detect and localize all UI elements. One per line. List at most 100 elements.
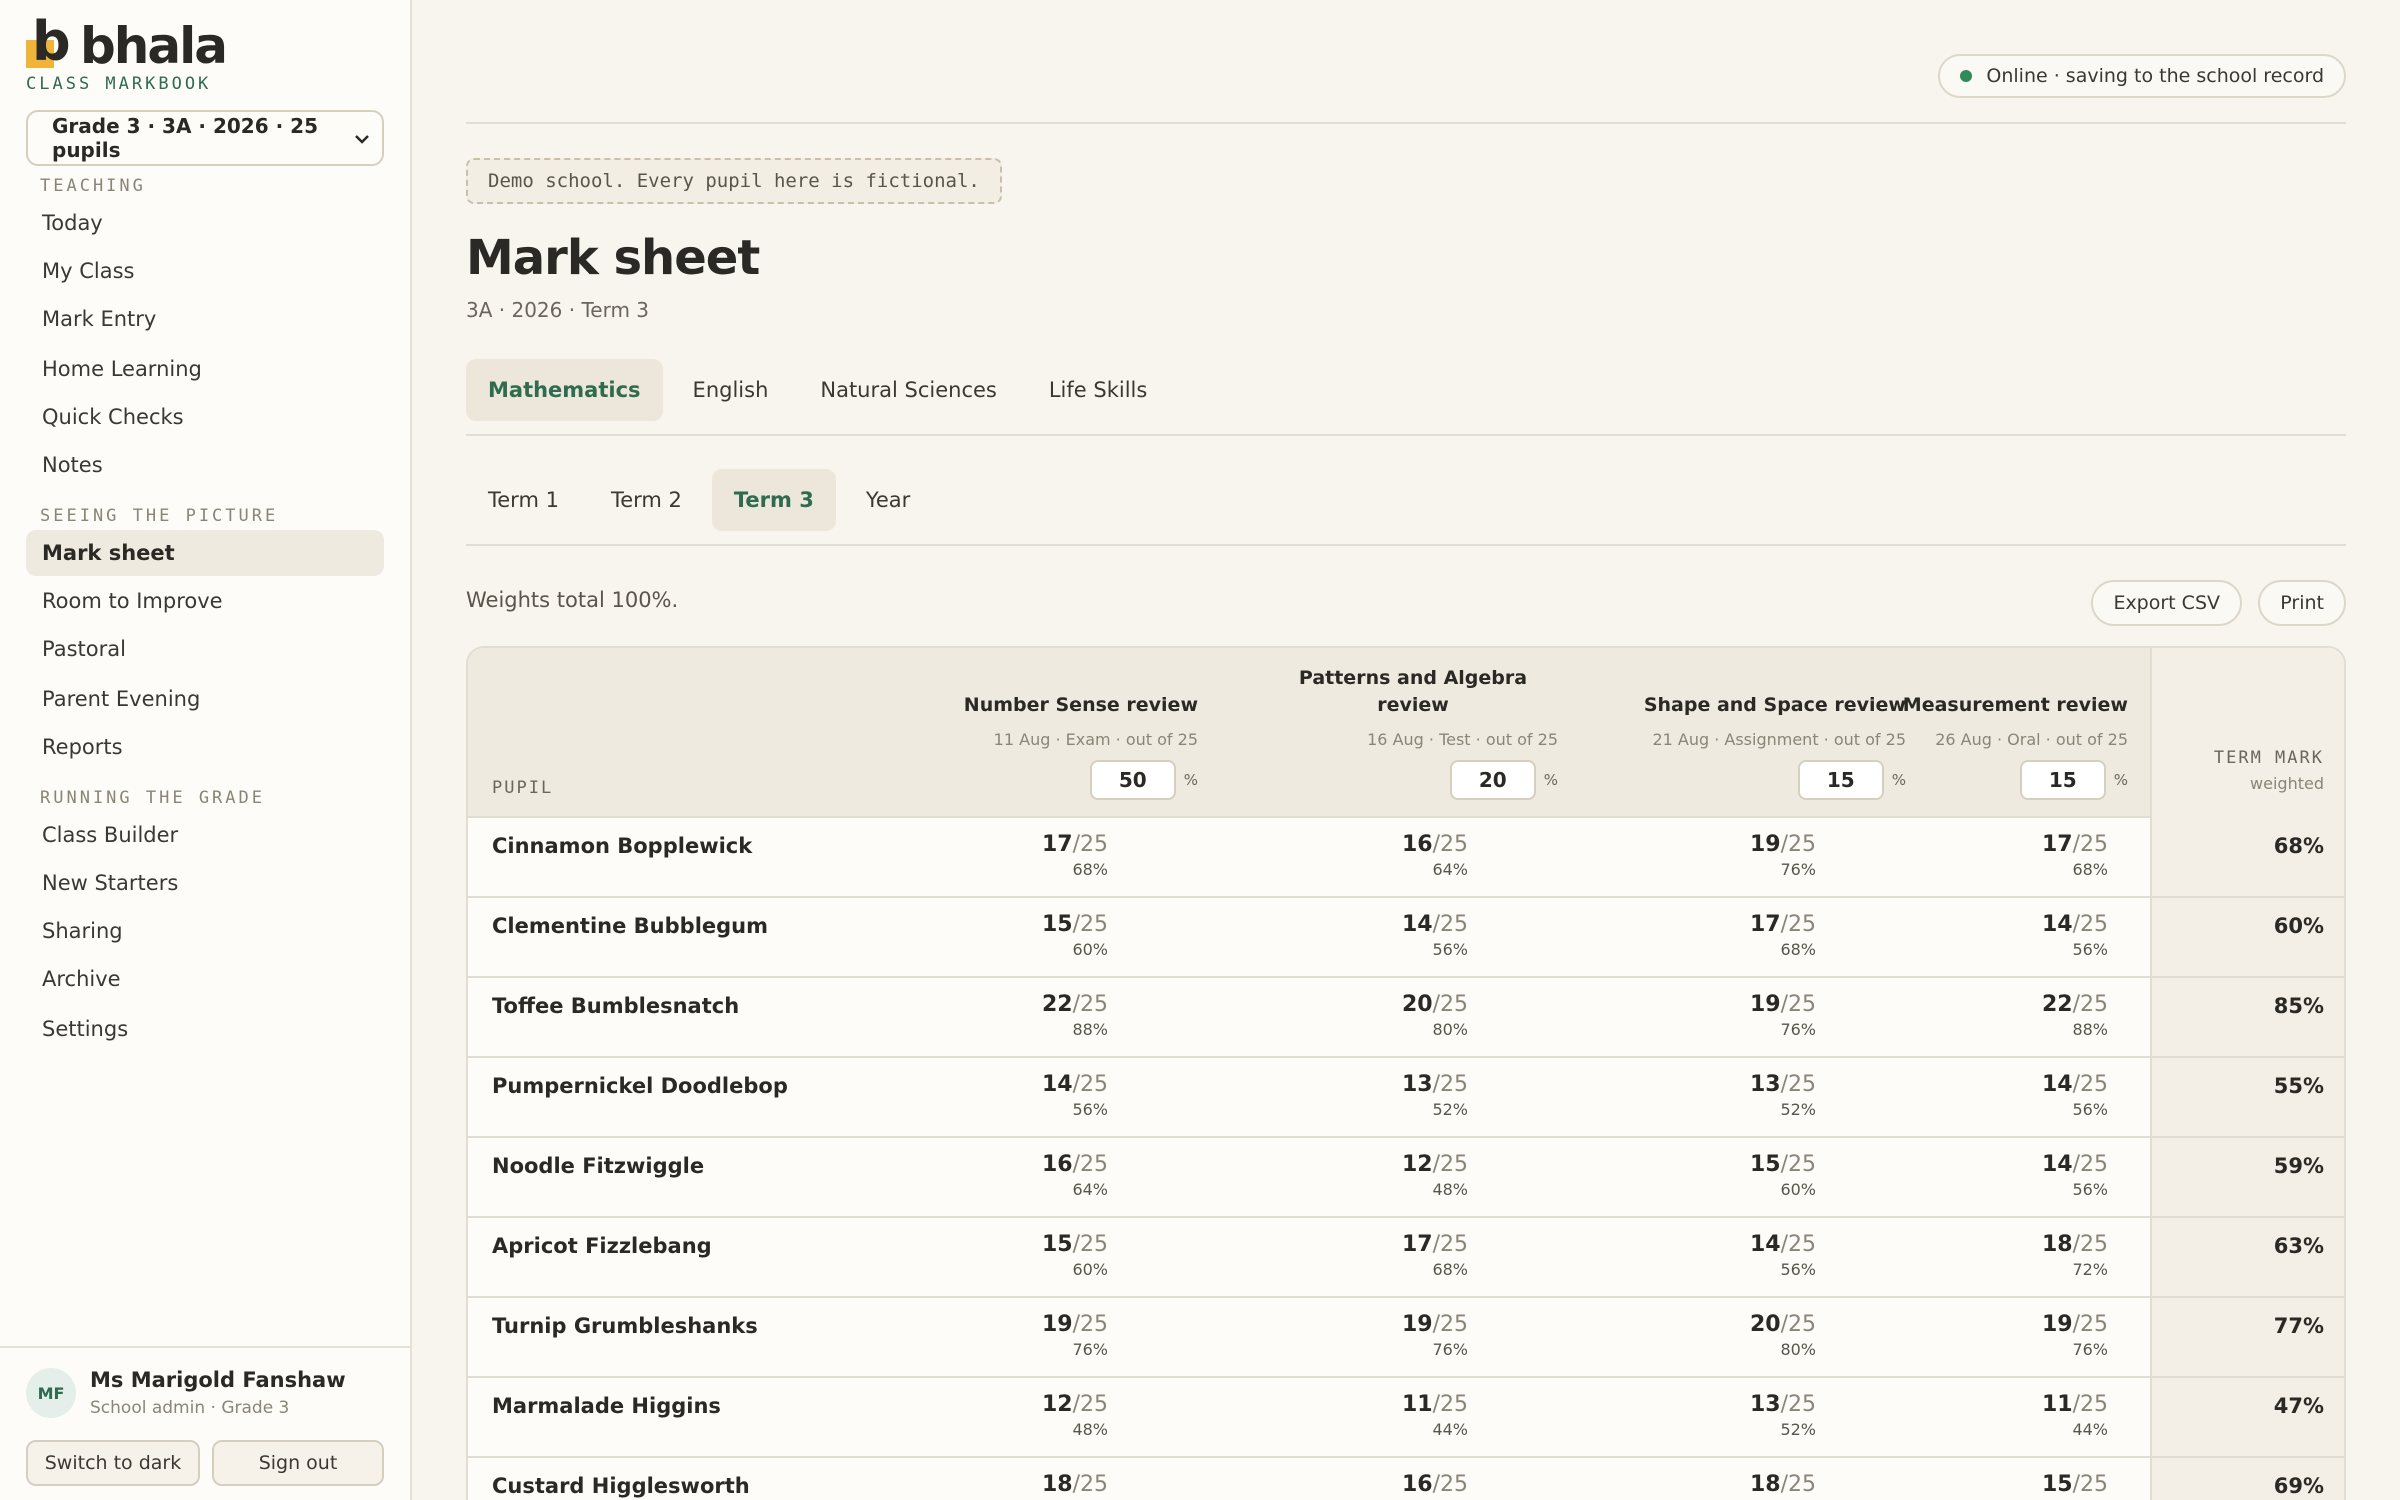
chevron-down-icon [354, 128, 370, 149]
tab-term-1[interactable]: Term 1 [466, 469, 581, 531]
pupil-name[interactable]: Pumpernickel Doodlebop [492, 1074, 788, 1098]
nav-item-mark-entry[interactable]: Mark Entry [26, 296, 384, 342]
tab-mathematics[interactable]: Mathematics [466, 359, 663, 421]
nav-item-reports[interactable]: Reports [26, 724, 384, 770]
tab-english[interactable]: English [671, 359, 791, 421]
tab-life-skills[interactable]: Life Skills [1027, 359, 1169, 421]
sign-out-button[interactable]: Sign out [212, 1440, 384, 1486]
nav-item-today[interactable]: Today [26, 200, 384, 246]
mark-score: 20 [1401, 992, 1433, 1017]
brand[interactable]: b bhala CLASS MARKBOOK [26, 12, 228, 94]
mark-cell[interactable]: 18/25 [1750, 1472, 1816, 1500]
mark-cell[interactable]: 20/25 80% [1402, 992, 1468, 1039]
table-row[interactable]: Clementine Bubblegum 15/25 60% 14/25 56% 17/2… [468, 898, 2344, 978]
mark-cell[interactable]: 15/25 60% [1750, 1152, 1816, 1199]
weight-input[interactable]: 50 [1089, 760, 1176, 800]
pupil-name[interactable]: Cinnamon Bopplewick [492, 834, 752, 858]
pupil-name[interactable]: Marmalade Higgins [492, 1394, 721, 1418]
mark-percent: 56% [2072, 940, 2108, 959]
switch-theme-button[interactable]: Switch to dark [26, 1440, 200, 1486]
nav-item-room-to-improve[interactable]: Room to Improve [26, 578, 384, 624]
mark-cell[interactable]: 14/25 56% [2042, 1072, 2108, 1119]
nav-item-parent-evening[interactable]: Parent Evening [26, 676, 384, 722]
mark-cell[interactable]: 14/25 56% [2042, 912, 2108, 959]
nav-item-new-starters[interactable]: New Starters [26, 860, 384, 906]
tab-term-2[interactable]: Term 2 [589, 469, 704, 531]
table-row[interactable]: Cinnamon Bopplewick 17/25 68% 16/25 64% 19/25… [468, 818, 2344, 898]
pupil-name[interactable]: Toffee Bumblesnatch [492, 994, 739, 1018]
tab-year[interactable]: Year [844, 469, 932, 531]
tab-natural-sciences[interactable]: Natural Sciences [798, 359, 1018, 421]
mark-cell[interactable]: 17/25 68% [1042, 832, 1108, 879]
mark-out-of: /25 [2072, 1392, 2108, 1417]
mark-cell[interactable]: 19/25 76% [1750, 832, 1816, 879]
tab-term-3[interactable]: Term 3 [711, 469, 836, 531]
mark-out-of: /25 [1780, 1392, 1816, 1417]
table-row[interactable]: Apricot Fizzlebang 15/25 60% 17/25 68% 14/25 5… [468, 1218, 2344, 1298]
mark-cell[interactable]: 11/25 44% [2042, 1392, 2108, 1439]
mark-cell[interactable]: 16/25 64% [1402, 832, 1468, 879]
mark-cell[interactable]: 13/25 52% [1402, 1072, 1468, 1119]
mark-cell[interactable]: 16/25 [1402, 1472, 1468, 1500]
nav-item-mark-sheet[interactable]: Mark sheet [26, 530, 384, 576]
assessment-title-line-1: Patterns and Algebra [1298, 667, 1528, 689]
table-row[interactable]: Noodle Fitzwiggle 16/25 64% 12/25 48% 15/25 60… [468, 1138, 2344, 1218]
pupil-name[interactable]: Custard Higglesworth [492, 1474, 750, 1498]
mark-cell[interactable]: 19/25 76% [1402, 1312, 1468, 1359]
mark-cell[interactable]: 17/25 68% [1750, 912, 1816, 959]
mark-cell[interactable]: 17/25 68% [1402, 1232, 1468, 1279]
mark-cell[interactable]: 15/25 60% [1042, 912, 1108, 959]
table-row[interactable]: Pumpernickel Doodlebop 14/25 56% 13/25 52% 13… [468, 1058, 2344, 1138]
mark-cell[interactable]: 20/25 80% [1750, 1312, 1816, 1359]
nav-item-settings[interactable]: Settings [26, 1006, 384, 1052]
pupil-name[interactable]: Noodle Fitzwiggle [492, 1154, 704, 1178]
export-csv-button[interactable]: Export CSV [2091, 580, 2242, 626]
mark-cell[interactable]: 15/25 60% [1042, 1232, 1108, 1279]
mark-percent: 88% [1072, 1020, 1108, 1039]
mark-cell[interactable]: 22/25 88% [2042, 992, 2108, 1039]
weight-input[interactable]: 15 [2019, 760, 2106, 800]
nav-item-archive[interactable]: Archive [26, 956, 384, 1002]
mark-cell[interactable]: 14/25 56% [2042, 1152, 2108, 1199]
mark-score: 14 [1401, 912, 1433, 937]
print-button[interactable]: Print [2258, 580, 2346, 626]
mark-cell[interactable]: 15/25 [2042, 1472, 2108, 1500]
mark-cell[interactable]: 17/25 68% [2042, 832, 2108, 879]
status-text: Online · saving to the school record [1986, 65, 2324, 87]
mark-cell[interactable]: 18/25 [1042, 1472, 1108, 1500]
mark-cell[interactable]: 19/25 76% [2042, 1312, 2108, 1359]
weight-input[interactable]: 20 [1449, 760, 1536, 800]
mark-cell[interactable]: 13/25 52% [1750, 1392, 1816, 1439]
pupil-name[interactable]: Clementine Bubblegum [492, 914, 768, 938]
pupil-name[interactable]: Turnip Grumbleshanks [492, 1314, 758, 1338]
mark-cell[interactable]: 14/25 56% [1402, 912, 1468, 959]
mark-percent: 52% [1432, 1100, 1468, 1119]
mark-cell[interactable]: 12/25 48% [1042, 1392, 1108, 1439]
nav-item-pastoral[interactable]: Pastoral [26, 626, 384, 672]
class-select[interactable]: Grade 3 · 3A · 2026 · 25 pupils [26, 110, 384, 166]
mark-cell[interactable]: 12/25 48% [1402, 1152, 1468, 1199]
mark-cell[interactable]: 19/25 76% [1042, 1312, 1108, 1359]
mark-cell[interactable]: 14/25 56% [1750, 1232, 1816, 1279]
nav-item-quick-checks[interactable]: Quick Checks [26, 394, 384, 440]
pupil-name[interactable]: Apricot Fizzlebang [492, 1234, 712, 1258]
mark-cell[interactable]: 11/25 44% [1402, 1392, 1468, 1439]
nav-item-my-class[interactable]: My Class [26, 248, 384, 294]
mark-cell[interactable]: 22/25 88% [1042, 992, 1108, 1039]
table-row[interactable]: Marmalade Higgins 12/25 48% 11/25 44% 13/25 52… [468, 1378, 2344, 1458]
mark-cell[interactable]: 16/25 64% [1042, 1152, 1108, 1199]
mark-cell[interactable]: 14/25 56% [1042, 1072, 1108, 1119]
nav-item-sharing[interactable]: Sharing [26, 908, 384, 954]
mark-cell[interactable]: 18/25 72% [2042, 1232, 2108, 1279]
table-row[interactable]: Custard Higglesworth 18/25 16/25 18/25 15/25… [468, 1458, 2344, 1500]
mark-cell[interactable]: 13/25 52% [1750, 1072, 1816, 1119]
mark-cell[interactable]: 19/25 76% [1750, 992, 1816, 1039]
nav-item-class-builder[interactable]: Class Builder [26, 812, 384, 858]
nav-item-notes[interactable]: Notes [26, 442, 384, 488]
mark-out-of: /25 [1432, 912, 1468, 937]
mark-percent: 52% [1780, 1100, 1816, 1119]
mark-score: 20 [1749, 1312, 1781, 1337]
nav-item-home-learning[interactable]: Home Learning [26, 346, 384, 392]
table-row[interactable]: Toffee Bumblesnatch 22/25 88% 20/25 80% 19/25… [468, 978, 2344, 1058]
table-row[interactable]: Turnip Grumbleshanks 19/25 76% 19/25 76% 20/2… [468, 1298, 2344, 1378]
